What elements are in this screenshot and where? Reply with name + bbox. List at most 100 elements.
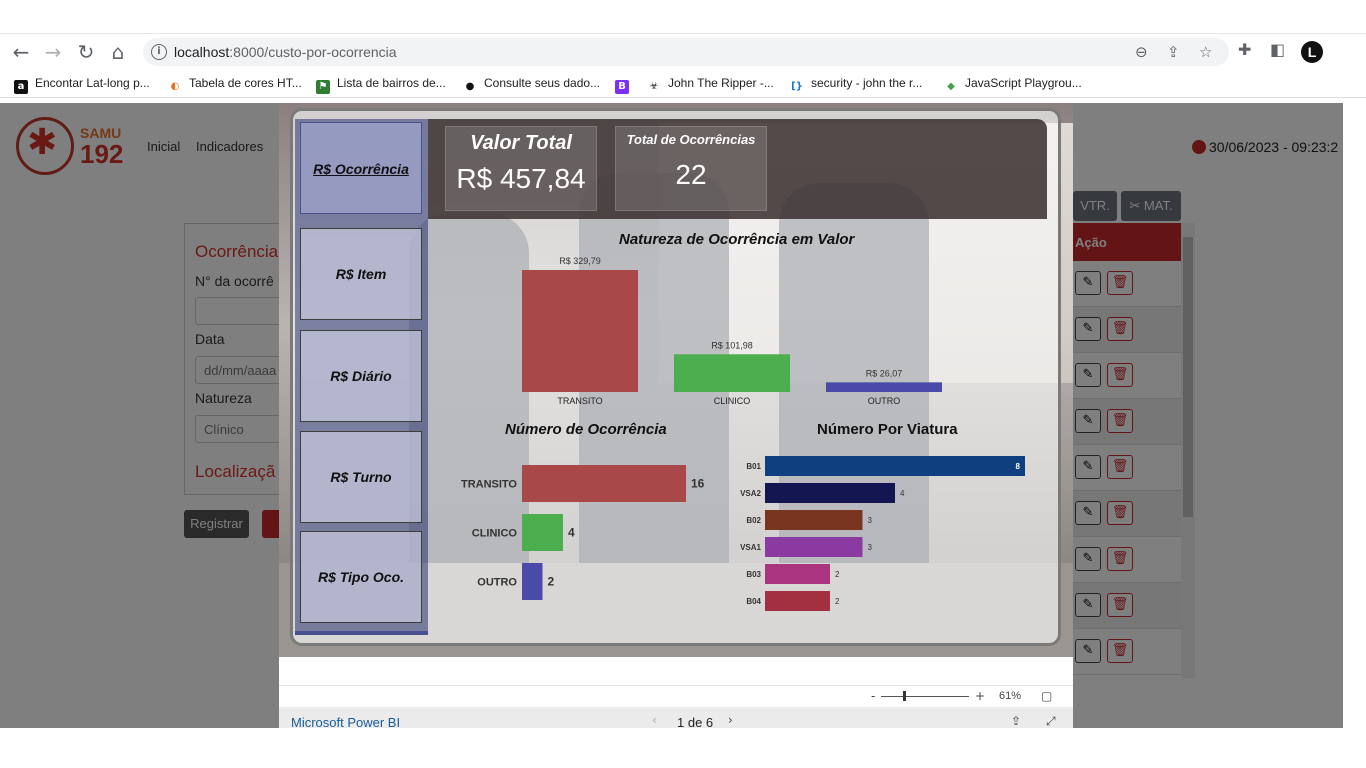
chart3-data-label: 3 <box>868 543 873 552</box>
bookmark-favicon-icon: ◐ <box>168 80 182 94</box>
chart3-category-label: VSA1 <box>740 543 761 552</box>
page-scrollbar[interactable] <box>1343 103 1366 728</box>
extensions-icon[interactable]: ✚ <box>1238 40 1251 59</box>
address-bar[interactable]: i localhost:8000/custo-por-ocorrencia ⊖ … <box>143 38 1229 66</box>
chart3-data-label: 4 <box>900 489 905 498</box>
share-icon[interactable]: ⇪ <box>1167 43 1180 61</box>
home-icon[interactable]: ⌂ <box>107 41 129 63</box>
page-indicator: 1 de 6 <box>677 715 714 728</box>
powerbi-footer: Microsoft Power BI ‹ 1 de 6 › ⇪ ⤢ <box>279 707 1073 728</box>
chart3-bar <box>765 537 863 557</box>
report-nav-sidebar: R$ Ocorrência R$ Item R$ Diário R$ Turno… <box>295 119 428 635</box>
side-panel-icon[interactable]: ◧ <box>1270 40 1285 59</box>
kpi-total-ocorrencias-value: 22 <box>675 159 707 190</box>
bookmark-favicon-icon: ● <box>463 80 477 94</box>
browser-tab-strip <box>0 0 1366 34</box>
bookmark-favicon-icon: a <box>14 80 28 94</box>
chart3-category-label: B01 <box>746 462 761 471</box>
kpi-valor-total: Valor Total R$ 457,84 <box>445 126 597 211</box>
chart2-title: Número de Ocorrência <box>505 421 667 438</box>
profile-avatar[interactable]: L <box>1301 41 1323 63</box>
kpi-total-ocorrencias: Total de Ocorrências 22 <box>615 126 767 211</box>
chart-numero-ocorrencia: TRANSITO 16 CLINICO 4 OUTRO 2 <box>461 465 705 600</box>
chart1-title: Natureza de Ocorrência em Valor <box>619 231 855 248</box>
reload-icon[interactable]: ↻ <box>75 41 97 63</box>
chart3-data-label: 2 <box>835 570 840 579</box>
nav-button-ocorrencia[interactable]: R$ Ocorrência <box>300 122 422 214</box>
zoom-icon[interactable]: ⊖ <box>1135 43 1148 61</box>
chart1-category-label: OUTRO <box>868 396 901 406</box>
powerbi-zoom-bar: - + 61% ▢ <box>279 685 1073 707</box>
bookmark-item[interactable]: ● Consulte seus dado... <box>463 76 600 94</box>
kpi-total-ocorrencias-label: Total de Ocorrências <box>626 132 756 147</box>
powerbi-modal: R$ Ocorrência R$ Item R$ Diário R$ Turno… <box>279 103 1073 728</box>
bookmark-item[interactable]: ☣ John The Ripper -... <box>647 76 774 94</box>
zoom-slider-thumb[interactable] <box>903 691 906 701</box>
nav-button-diario[interactable]: R$ Diário <box>300 330 422 422</box>
bookmark-item[interactable]: [} security - john the r... <box>790 76 922 94</box>
prev-page-icon[interactable]: ‹ <box>652 713 657 727</box>
bookmark-favicon-icon: B <box>615 80 629 94</box>
chart2-category-label: OUTRO <box>477 577 517 589</box>
bookmarks-bar: a Encontar Lat-long p... ◐ Tabela de cores… <box>0 70 1366 98</box>
bookmark-item[interactable]: ⚑ Lista de bairros de... <box>316 76 446 94</box>
powerbi-brand-link[interactable]: Microsoft Power BI <box>291 715 400 728</box>
nav-button-tipo-oco[interactable]: R$ Tipo Oco. <box>300 531 422 623</box>
kpi-valor-total-value: R$ 457,84 <box>456 163 586 194</box>
nav-button-turno[interactable]: R$ Turno <box>300 431 422 523</box>
bookmark-favicon-icon: [} <box>790 80 804 94</box>
chart3-bar <box>765 591 830 611</box>
bookmark-star-icon[interactable]: ☆ <box>1199 43 1212 61</box>
powerbi-report: R$ Ocorrência R$ Item R$ Diário R$ Turno… <box>279 103 1073 657</box>
bookmark-item[interactable]: ◆ JavaScript Playgrou... <box>944 76 1082 94</box>
chart3-data-label: 2 <box>835 597 840 606</box>
fit-page-icon[interactable]: ▢ <box>1041 689 1052 703</box>
chart3-data-label: 3 <box>868 516 873 525</box>
back-icon[interactable]: ← <box>10 41 32 63</box>
sidebar-bottom-bar <box>295 631 428 635</box>
chart1-bar <box>826 382 942 392</box>
zoom-slider-track[interactable] <box>881 696 969 697</box>
chart-numero-viatura: B01 8 VSA2 4 B02 3 VSA1 3 B03 2 B04 2 <box>740 456 1025 611</box>
chart3-bar <box>765 564 830 584</box>
chart2-bar <box>522 514 563 551</box>
url-text[interactable]: localhost:8000/custo-por-ocorrencia <box>174 44 397 60</box>
chart1-bar <box>522 270 638 392</box>
chart1-data-label: R$ 329,79 <box>559 256 601 266</box>
bookmark-favicon-icon: ⚑ <box>316 80 330 94</box>
chart3-category-label: B02 <box>746 516 761 525</box>
kpi-valor-total-label: Valor Total <box>470 132 572 154</box>
zoom-level: 61% <box>999 690 1022 702</box>
chart3-title: Número Por Viatura <box>817 421 958 438</box>
fullscreen-icon[interactable]: ⤢ <box>1046 714 1056 728</box>
chart3-category-label: B03 <box>746 570 761 579</box>
zoom-out-icon[interactable]: - <box>871 689 875 703</box>
chart2-data-label: 2 <box>548 575 555 589</box>
chart2-category-label: CLINICO <box>472 528 518 540</box>
zoom-in-icon[interactable]: + <box>975 689 985 703</box>
site-info-icon[interactable]: i <box>151 44 167 60</box>
bookmark-item[interactable]: a Encontar Lat-long p... <box>14 76 150 94</box>
chart1-bar <box>674 354 790 392</box>
chart2-bar <box>522 465 686 502</box>
chart2-bar <box>522 563 543 600</box>
chart-natureza-valor: R$ 329,79 TRANSITO R$ 101,98 CLINICO R$ 26,0… <box>522 256 942 406</box>
kpi-band: Valor Total R$ 457,84 Total de Ocorrênci… <box>428 119 1047 219</box>
forward-icon[interactable]: → <box>42 41 64 63</box>
chart2-data-label: 16 <box>691 477 705 491</box>
chart3-data-label: 8 <box>1016 462 1021 471</box>
chart1-category-label: CLINICO <box>714 396 751 406</box>
chart2-data-label: 4 <box>568 526 575 540</box>
share-report-icon[interactable]: ⇪ <box>1011 714 1021 728</box>
next-page-icon[interactable]: › <box>728 713 733 727</box>
nav-button-item[interactable]: R$ Item <box>300 228 422 320</box>
chart3-bar <box>765 483 895 503</box>
bookmark-favicon-icon: ☣ <box>647 80 661 94</box>
chart3-bar <box>765 456 1025 476</box>
chart1-data-label: R$ 26,07 <box>866 368 903 378</box>
chart1-category-label: TRANSITO <box>557 396 602 406</box>
chart2-category-label: TRANSITO <box>461 479 517 491</box>
chart1-data-label: R$ 101,98 <box>711 340 753 350</box>
bookmark-item[interactable]: B <box>615 76 636 94</box>
bookmark-item[interactable]: ◐ Tabela de cores HT... <box>168 76 302 94</box>
